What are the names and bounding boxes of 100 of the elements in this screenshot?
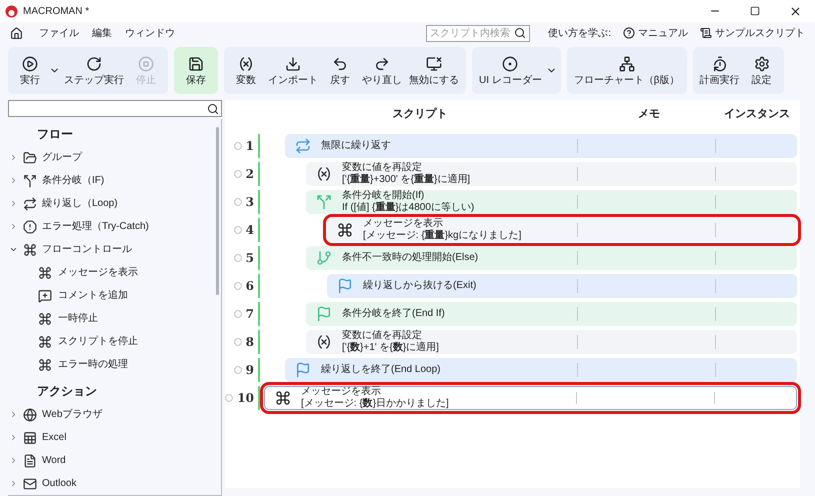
line-number: 6: [246, 278, 254, 295]
record-icon: [502, 56, 518, 72]
toolbar-button[interactable]: 戻す: [322, 47, 358, 94]
play-icon: [22, 56, 38, 72]
script-step[interactable]: 繰り返しを終了(End Loop): [285, 358, 797, 382]
line-number: 5: [246, 250, 254, 267]
breakpoint-icon[interactable]: [234, 198, 242, 206]
breakpoint-icon[interactable]: [234, 282, 242, 290]
sidebar-item[interactable]: 条件分岐（IF): [8, 169, 221, 192]
stop-icon: [138, 56, 154, 72]
breakpoint-icon[interactable]: [234, 254, 242, 262]
line-number: 1: [246, 138, 254, 155]
toolbar-button[interactable]: フローチャート（β版）: [570, 47, 683, 94]
globe-icon: [23, 408, 37, 422]
menu-item[interactable]: ファイル: [39, 26, 79, 40]
breakpoint-icon[interactable]: [234, 226, 242, 234]
window-title: MACROMAN *: [23, 4, 90, 18]
timer-icon: [712, 56, 728, 72]
script-search-field[interactable]: スクリプト内検索: [426, 24, 530, 42]
command-icon: [38, 358, 52, 372]
settings-icon: [754, 56, 770, 72]
section-heading: フロー: [37, 126, 74, 143]
breakpoint-icon[interactable]: [234, 170, 242, 178]
sidebar-item[interactable]: Excel: [8, 426, 221, 449]
sample-script-link[interactable]: サンプルスクリプト: [700, 26, 805, 40]
toolbar-button[interactable]: 保存: [178, 47, 214, 94]
breakpoint-icon[interactable]: [234, 310, 242, 318]
sidebar-item[interactable]: エラー処理（Try-Catch): [8, 215, 221, 238]
script-step[interactable]: 変数に値を再設定 ['{数}+1' を{数}に適用]: [306, 330, 797, 354]
toolbar-button[interactable]: 実行: [12, 47, 48, 94]
sidebar-item[interactable]: フローコントロール: [8, 238, 221, 261]
search-icon: [514, 27, 526, 39]
sidebar-item[interactable]: コメントを追加: [8, 284, 221, 307]
close-icon: [788, 4, 802, 18]
branch-icon: [316, 250, 332, 266]
toolbar-button[interactable]: 設定: [744, 47, 780, 94]
chevron-icon: [9, 456, 18, 465]
script-step[interactable]: 条件分岐を開始(If) If ([値] {重量}は4800に等しい): [306, 190, 797, 214]
sidebar-item[interactable]: 一時停止: [8, 307, 221, 330]
step-detail: ['{重量}+300' を{重量}に適用]: [342, 174, 472, 186]
breakpoint-icon[interactable]: [234, 142, 242, 150]
toolbar-button[interactable]: UI レコーダー: [476, 47, 545, 94]
chevron-icon: [9, 176, 18, 185]
help-icon: [623, 27, 635, 39]
chevron-icon: [9, 153, 18, 162]
split-icon: [23, 174, 37, 188]
maximize-icon: [750, 6, 760, 16]
comment-icon: [38, 288, 52, 302]
toolbar-button[interactable]: 無効にする: [406, 47, 462, 94]
command-icon: [23, 242, 37, 256]
command-icon: [38, 334, 52, 348]
sidebar-item[interactable]: エラー時の処理: [8, 353, 221, 376]
sidebar-item[interactable]: スクリプトを停止: [8, 330, 221, 353]
redo-icon: [374, 56, 390, 72]
chevron-icon: [9, 222, 18, 231]
menu-item[interactable]: 編集: [92, 26, 112, 40]
step-detail: [メッセージ: {重量}kgになりました]: [363, 230, 522, 242]
sidebar-item[interactable]: グループ: [8, 146, 221, 169]
line-number: 4: [246, 222, 254, 239]
breakpoint-icon[interactable]: [234, 338, 242, 346]
toolbar-button[interactable]: 計画実行: [696, 47, 743, 94]
command-icon: [275, 390, 291, 406]
save-icon: [188, 56, 204, 72]
chevron-icon: [9, 479, 18, 488]
script-step[interactable]: 条件分岐を終了(End If): [306, 302, 797, 326]
breakpoint-icon[interactable]: [234, 366, 242, 374]
variable-icon: [238, 56, 254, 72]
column-header: スクリプト: [392, 106, 448, 122]
step-detail: ['{数}+1' を{数}に適用]: [342, 342, 440, 354]
section-heading: アクション: [37, 383, 98, 400]
chevron-icon: [9, 410, 18, 419]
line-number: 8: [246, 334, 254, 351]
menu-item[interactable]: ウィンドウ: [125, 26, 175, 40]
script-step[interactable]: 条件不一致時の処理開始(Else): [306, 246, 797, 270]
sidebar-item[interactable]: Webブラウザ: [8, 403, 221, 426]
toolbar-button[interactable]: ステップ実行: [61, 47, 127, 94]
breakpoint-icon[interactable]: [225, 394, 234, 402]
toolbar-button[interactable]: インポート: [265, 47, 321, 94]
sidebar-search-field[interactable]: [8, 100, 222, 117]
sidebar-item[interactable]: Outlook: [8, 472, 221, 495]
script-icon: [700, 27, 712, 39]
variable-icon: [316, 166, 332, 182]
search-icon: [207, 102, 219, 114]
sidebar-item[interactable]: メッセージを表示: [8, 261, 221, 284]
script-step[interactable]: 変数に値を再設定 ['{重量}+300' を{重量}に適用]: [306, 162, 797, 186]
sidebar-item[interactable]: 繰り返し（Loop): [8, 192, 221, 215]
script-step[interactable]: 繰り返しから抜ける(Exit): [327, 274, 797, 298]
split-icon: [316, 194, 332, 210]
script-step[interactable]: 無限に繰り返す: [285, 134, 797, 158]
document-icon: [23, 454, 37, 468]
alert-icon: [23, 220, 37, 234]
sidebar-item[interactable]: Word: [8, 449, 221, 472]
home-icon[interactable]: [10, 26, 23, 40]
toolbar-button[interactable]: やり直し: [359, 47, 405, 94]
manual-link[interactable]: マニュアル: [623, 26, 688, 40]
step-title: 変数に値を再設定: [342, 330, 423, 342]
toolbar-button[interactable]: 変数: [228, 47, 264, 94]
command-icon: [337, 222, 353, 238]
scrollbar-thumb[interactable]: [216, 127, 219, 295]
chevron-icon: [9, 433, 18, 442]
